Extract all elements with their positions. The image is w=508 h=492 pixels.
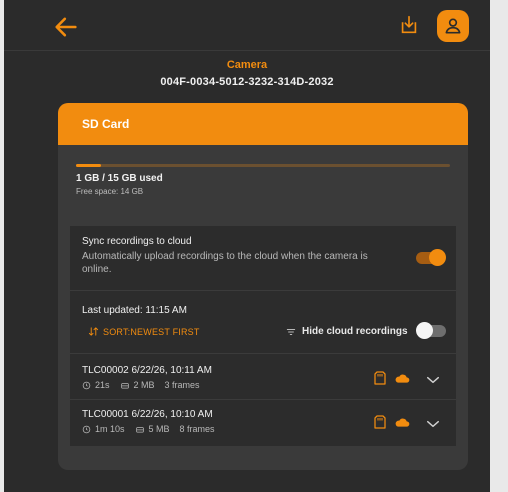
sort-arrows-icon: [88, 327, 99, 336]
user-icon: [445, 18, 461, 34]
toggle-knob: [416, 322, 433, 339]
recording-status-icons: [374, 415, 410, 429]
top-bar: [4, 0, 490, 51]
recording-title: TLC00002 6/22/26, 10:11 AM: [82, 365, 212, 376]
recording-status-icons: [374, 371, 410, 385]
sd-card-icon: [374, 415, 386, 429]
sync-description: Automatically upload recordings to the c…: [82, 251, 368, 275]
sync-toggle[interactable]: [416, 249, 446, 266]
camera-settings-screen: Camera 004F-0034-5012-3232-314D-2032 SD …: [4, 0, 490, 492]
sort-button[interactable]: SORT:NEWEST FIRST: [88, 326, 200, 337]
sd-card-title: SD Card: [82, 117, 130, 131]
storage-used-text: 1 GB / 15 GB used: [76, 173, 163, 184]
storage-free-text: Free space: 14 GB: [76, 187, 144, 196]
toggle-knob: [429, 249, 446, 266]
background-strip: [490, 0, 508, 492]
filter-icon: [286, 328, 296, 335]
hide-cloud-label: Hide cloud recordings: [302, 326, 408, 337]
storage-icon: [135, 426, 144, 432]
cloud-icon: [395, 418, 410, 427]
sd-card-icon: [374, 371, 386, 385]
recording-row[interactable]: TLC00001 6/22/26, 10:10 AM 1m 10s 5 MB 8…: [70, 409, 456, 449]
storage-progress-bar: [76, 164, 450, 167]
hide-cloud-toggle[interactable]: [416, 322, 446, 339]
clock-icon: [82, 425, 91, 433]
divider: [70, 399, 456, 400]
sd-card-header: SD Card: [58, 103, 468, 145]
recording-frames: 8 frames: [179, 424, 215, 434]
clock-icon: [82, 381, 91, 389]
divider: [70, 353, 456, 354]
recordings-panel: Sync recordings to cloud Automatically u…: [70, 226, 456, 446]
recording-meta: 1m 10s 5 MB 8 frames: [82, 424, 215, 434]
storage-icon: [120, 382, 129, 388]
sort-label: SORT:NEWEST FIRST: [103, 326, 200, 337]
divider: [70, 290, 456, 291]
recording-size: 5 MB: [148, 424, 170, 434]
chevron-down-icon[interactable]: [426, 375, 440, 385]
download-icon[interactable]: [398, 14, 420, 36]
recording-size: 2 MB: [133, 380, 155, 390]
recording-duration: 1m 10s: [95, 424, 125, 434]
camera-label: Camera: [226, 59, 268, 71]
arrow-left-icon[interactable]: [52, 13, 80, 41]
recording-duration: 21s: [95, 380, 110, 390]
account-button[interactable]: [437, 10, 469, 42]
recording-title: TLC00001 6/22/26, 10:10 AM: [82, 409, 213, 420]
recording-meta: 21s 2 MB 3 frames: [82, 380, 200, 390]
recording-frames: 3 frames: [164, 380, 200, 390]
camera-id: 004F-0034-5012-3232-314D-2032: [160, 76, 334, 88]
hide-cloud-filter[interactable]: Hide cloud recordings: [286, 326, 408, 337]
cloud-icon: [395, 374, 410, 383]
storage-progress-fill: [76, 164, 102, 167]
sync-title: Sync recordings to cloud: [82, 236, 192, 247]
sd-card-panel: SD Card 1 GB / 15 GB used Free space: 14…: [58, 103, 468, 470]
chevron-down-icon[interactable]: [426, 419, 440, 429]
last-updated-text: Last updated: 11:15 AM: [82, 305, 187, 316]
